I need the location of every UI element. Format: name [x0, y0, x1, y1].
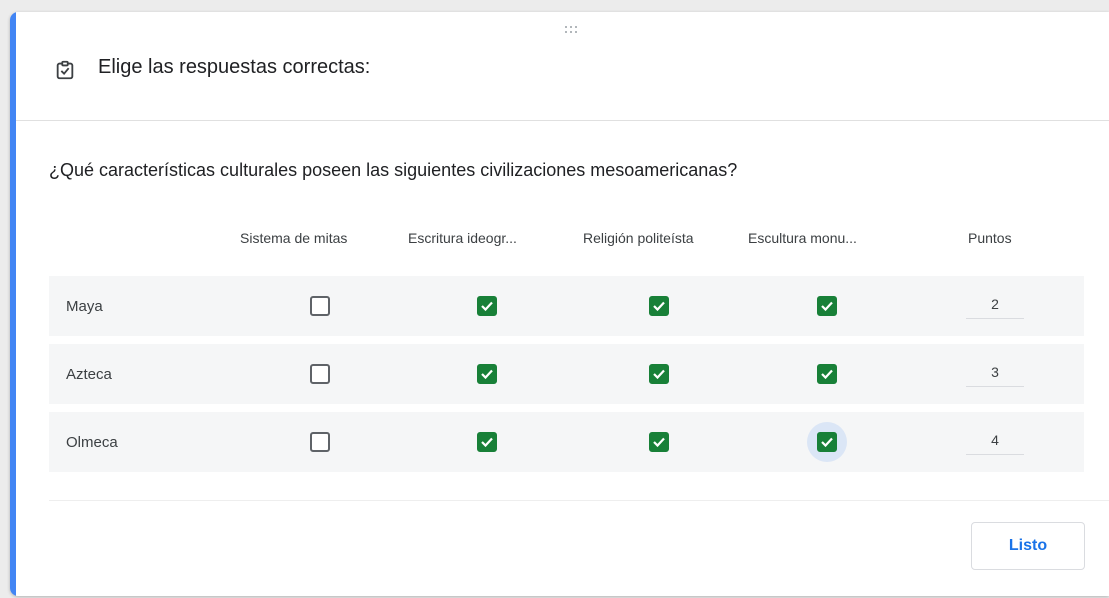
checkbox-azteca-sistema-de-mitas[interactable] — [310, 364, 330, 384]
checkbox-maya-escritura[interactable] — [477, 296, 497, 316]
points-input-maya[interactable]: 2 — [966, 293, 1024, 319]
row-label-maya: Maya — [66, 298, 103, 315]
question-text: ¿Qué características culturales poseen l… — [49, 160, 738, 180]
checkmark-icon — [653, 437, 665, 448]
table-row — [49, 412, 1084, 472]
checkbox-azteca-escultura[interactable] — [817, 364, 837, 384]
checkbox-azteca-religion[interactable] — [649, 364, 669, 384]
column-header-puntos: Puntos — [968, 230, 1012, 246]
card-accent-bar — [10, 12, 16, 596]
checkmark-icon — [821, 301, 833, 312]
card-title: Elige las respuestas correctas: — [98, 56, 371, 78]
footer-divider — [49, 500, 1109, 501]
checkmark-icon — [821, 437, 833, 448]
checkbox-maya-escultura[interactable] — [817, 296, 837, 316]
column-header-sistema-de-mitas: Sistema de mitas — [240, 230, 348, 246]
checkbox-olmeca-escultura[interactable] — [817, 432, 837, 452]
checkmark-icon — [653, 369, 665, 380]
checkmark-icon — [653, 301, 665, 312]
column-header-religion-politeista: Religión politeísta — [583, 230, 694, 246]
points-input-olmeca[interactable]: 4 — [966, 429, 1024, 455]
checkbox-azteca-escritura[interactable] — [477, 364, 497, 384]
checkmark-icon — [821, 369, 833, 380]
table-row — [49, 344, 1084, 404]
checkbox-maya-sistema-de-mitas[interactable] — [310, 296, 330, 316]
checkmark-icon — [481, 437, 493, 448]
header-divider — [16, 120, 1109, 121]
checkmark-icon — [481, 369, 493, 380]
checklist-clipboard-icon — [56, 60, 74, 80]
checkbox-olmeca-religion[interactable] — [649, 432, 669, 452]
checkmark-icon — [481, 301, 493, 312]
column-header-escultura: Escultura monu... — [748, 230, 857, 246]
answer-key-card: Elige las respuestas correctas: ¿Qué car… — [10, 12, 1109, 596]
checkbox-maya-religion[interactable] — [649, 296, 669, 316]
done-button[interactable]: Listo — [971, 522, 1085, 570]
points-input-azteca[interactable]: 3 — [966, 361, 1024, 387]
row-label-azteca: Azteca — [66, 366, 112, 383]
drag-handle-icon[interactable] — [565, 26, 585, 36]
column-header-escritura: Escritura ideogr... — [408, 230, 517, 246]
checkbox-olmeca-sistema-de-mitas[interactable] — [310, 432, 330, 452]
table-row — [49, 276, 1084, 336]
checkbox-olmeca-escritura[interactable] — [477, 432, 497, 452]
row-label-olmeca: Olmeca — [66, 434, 118, 451]
